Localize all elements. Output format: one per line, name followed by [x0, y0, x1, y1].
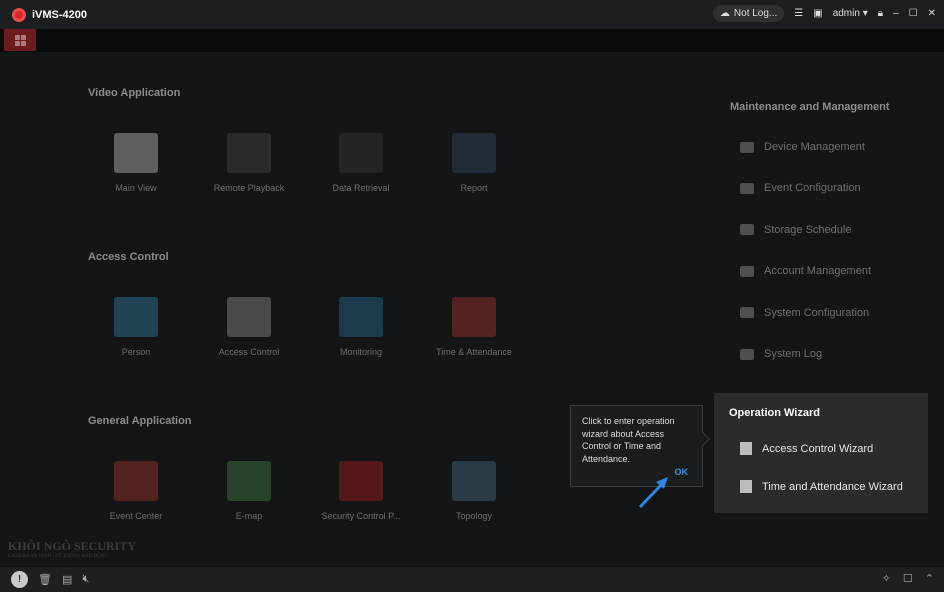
close-button[interactable]: ✕ — [928, 8, 936, 19]
access-control-wizard[interactable]: Access Control Wizard — [740, 442, 873, 455]
expand-up-icon[interactable]: ⌃ — [925, 572, 934, 585]
maintenance-item-label: Event Configuration — [764, 182, 861, 195]
maintenance-item[interactable]: Event Configuration — [740, 182, 861, 194]
app-tile[interactable]: Event Center — [81, 461, 191, 521]
app-tile-icon — [227, 297, 271, 337]
app-tile-label: Event Center — [109, 511, 163, 521]
door-icon — [740, 442, 752, 455]
cloud-icon: ☁ — [719, 8, 730, 19]
app-tile-label: Data Retrieval — [332, 183, 390, 193]
section-title: Video Application — [88, 87, 181, 99]
image-icon[interactable]: ▣ — [813, 8, 822, 19]
capture-icon[interactable]: ▤ — [62, 573, 72, 586]
maintenance-item-label: System Configuration — [764, 306, 870, 319]
username: admin — [832, 8, 860, 19]
app-tile[interactable]: Access Control — [194, 297, 304, 357]
calendar-icon — [740, 480, 752, 493]
maintenance-item[interactable]: System Configuration — [740, 307, 869, 319]
maintenance-item-icon — [740, 182, 754, 194]
maintenance-item-label: System Log — [764, 348, 823, 360]
title-bar: iVMS-4200 ☁ Not Log... ☰ ▣ admin ▾ 🔒︎ – ☐… — [0, 0, 944, 29]
app-tile-icon — [339, 461, 383, 501]
app-tile[interactable]: Topology — [419, 461, 529, 521]
app-tile[interactable]: Remote Playback — [194, 133, 304, 193]
app-tile-icon — [452, 461, 496, 501]
watermark: KHÔI NGÔ SECURITY CAMERA AN NINH - HỆ THỐ… — [8, 539, 137, 559]
app-tile-label: Topology — [455, 511, 493, 521]
maintenance-item-label: Device Management — [764, 141, 865, 153]
maintenance-item-icon — [740, 141, 754, 153]
app-tile[interactable]: Person — [81, 297, 191, 357]
tab-bar — [0, 29, 944, 52]
maintenance-item-icon — [740, 348, 754, 360]
app-tile-icon — [227, 133, 271, 173]
maintenance-item-icon — [740, 224, 754, 236]
lock-icon[interactable]: 🔒︎ — [878, 8, 883, 19]
maintenance-item[interactable]: Device Management — [740, 141, 865, 153]
app-tile[interactable]: E-map — [194, 461, 304, 521]
window-icon[interactable]: ☐ — [903, 572, 913, 585]
alarm-icon[interactable]: ! — [11, 571, 28, 588]
maintenance-item[interactable]: System Log — [740, 348, 822, 360]
ok-button[interactable]: OK — [675, 466, 689, 479]
mute-icon[interactable]: 🔇︎ — [82, 573, 89, 586]
app-tile-icon — [452, 297, 496, 337]
status-bar: ! 🗑︎ ▤ 🔇︎ ✧ ☐ ⌃ — [0, 567, 944, 592]
app-tile-icon — [339, 297, 383, 337]
app-tile[interactable]: Main View — [81, 133, 191, 193]
app-tile-icon — [339, 133, 383, 173]
app-tile-icon — [452, 133, 496, 173]
app-tile-label: Main View — [115, 183, 157, 193]
app-tile[interactable]: Time & Attendance — [419, 297, 529, 357]
app-tile-icon — [114, 461, 158, 501]
maintenance-title: Maintenance and Management — [730, 101, 890, 113]
app-tile-label: Monitoring — [339, 347, 383, 357]
app-tile[interactable]: Security Control P... — [306, 461, 416, 521]
app-tile-label: E-map — [235, 511, 263, 521]
maintenance-item-label: Storage Schedule — [764, 223, 852, 236]
app-tile-label: Remote Playback — [213, 183, 285, 193]
app-tile[interactable]: Report — [419, 133, 529, 193]
maintenance-item[interactable]: Account Management — [740, 265, 871, 277]
home-grid-button[interactable] — [4, 29, 36, 51]
section-title: Access Control — [88, 251, 169, 263]
menu-list-icon[interactable]: ☰ — [794, 8, 803, 19]
maintenance-item-icon — [740, 307, 754, 319]
cloud-status: Not Log... — [733, 8, 778, 19]
app-tile-icon — [114, 297, 158, 337]
time-attendance-wizard[interactable]: Time and Attendance Wizard — [740, 480, 903, 493]
maintenance-item-label: Account Management — [764, 265, 872, 278]
app-logo-icon — [12, 7, 26, 22]
app-tile[interactable]: Monitoring — [306, 297, 416, 357]
app-tile-label: Report — [460, 183, 488, 193]
tooltip-text: Click to enter operation wizard about Ac… — [582, 416, 675, 464]
app-tile-icon — [227, 461, 271, 501]
maintenance-item-icon — [740, 265, 754, 277]
operation-wizard-panel: Operation Wizard Access Control Wizard T… — [714, 393, 928, 513]
app-tile-icon — [114, 133, 158, 173]
app-tile-label: Security Control P... — [321, 511, 401, 521]
minimize-button[interactable]: – — [893, 8, 899, 19]
maintenance-item[interactable]: Storage Schedule — [740, 224, 851, 236]
app-tile-label: Access Control — [218, 347, 280, 357]
cloud-login-button[interactable]: ☁ Not Log... — [712, 5, 785, 22]
app-tile-label: Person — [121, 347, 151, 357]
app-tile-label: Time & Attendance — [436, 347, 512, 357]
wizard-label: Time and Attendance Wizard — [762, 480, 903, 493]
pin-icon[interactable]: ✧ — [882, 572, 891, 585]
arrow-pointer-icon — [638, 477, 668, 509]
user-menu[interactable]: admin ▾ — [833, 8, 868, 19]
wizard-title: Operation Wizard — [729, 407, 820, 419]
maximize-button[interactable]: ☐ — [909, 8, 918, 19]
app-title: iVMS-4200 — [32, 8, 88, 21]
trash-icon[interactable]: 🗑︎ — [38, 573, 52, 586]
wizard-label: Access Control Wizard — [762, 442, 874, 455]
section-title: General Application — [88, 415, 192, 427]
app-tile[interactable]: Data Retrieval — [306, 133, 416, 193]
